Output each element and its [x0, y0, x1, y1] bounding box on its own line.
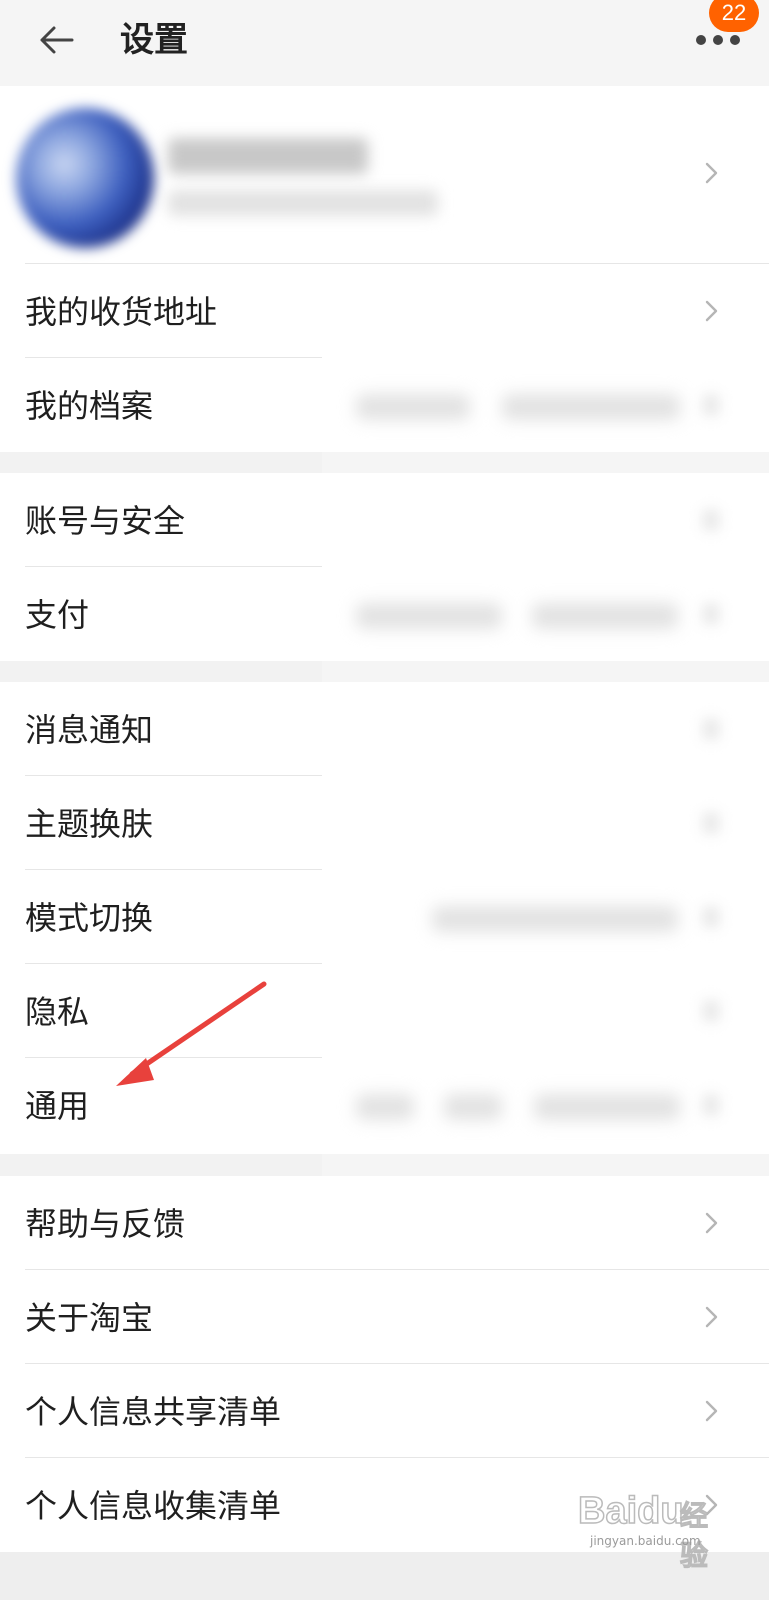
- row-label: 通用: [25, 1087, 90, 1125]
- section-preferences: 消息通知 主题换肤 模式切换 隐私 通用: [0, 682, 769, 1154]
- row-label: 帮助与反馈: [25, 1205, 186, 1243]
- notification-badge: 22: [709, 0, 759, 32]
- row-mode-switch[interactable]: 模式切换: [0, 870, 769, 964]
- row-privacy[interactable]: 隐私: [0, 964, 769, 1058]
- blurred-chevron: [702, 1000, 720, 1022]
- blurred-value: [444, 1094, 502, 1120]
- row-label: 我的收货地址: [25, 293, 218, 331]
- watermark-url: jingyan.baidu.com: [590, 1534, 701, 1548]
- chevron-right-icon: [700, 1212, 722, 1234]
- row-label: 个人信息共享清单: [25, 1393, 282, 1431]
- blurred-chevron: [702, 509, 720, 531]
- avatar: [16, 108, 154, 248]
- row-label: 关于淘宝: [25, 1299, 154, 1337]
- blurred-value: [356, 394, 470, 420]
- row-info-sharing-list[interactable]: 个人信息共享清单: [0, 1364, 769, 1458]
- blurred-username: [168, 138, 368, 174]
- row-my-profile[interactable]: 我的档案: [0, 358, 769, 452]
- row-about-taobao[interactable]: 关于淘宝: [0, 1270, 769, 1364]
- blurred-value: [532, 603, 678, 629]
- blurred-chevron: [702, 906, 720, 928]
- blurred-value: [432, 906, 678, 932]
- blurred-chevron: [702, 812, 720, 834]
- back-button[interactable]: [30, 18, 82, 62]
- chevron-right-icon: [700, 162, 722, 184]
- row-general[interactable]: 通用: [0, 1058, 769, 1152]
- row-payment[interactable]: 支付: [0, 567, 769, 661]
- blurred-value: [356, 1094, 414, 1120]
- blurred-account-info: [168, 190, 438, 216]
- row-notifications[interactable]: 消息通知: [0, 682, 769, 776]
- chevron-right-icon: [700, 300, 722, 322]
- page-title: 设置: [120, 20, 188, 60]
- profile-card[interactable]: [0, 86, 769, 264]
- row-label: 主题换肤: [25, 805, 154, 843]
- chevron-right-icon: [700, 1400, 722, 1422]
- section-address: 我的收货地址 我的档案: [0, 264, 769, 452]
- row-account-security[interactable]: 账号与安全: [0, 473, 769, 567]
- row-label: 账号与安全: [25, 502, 186, 540]
- blurred-chevron: [702, 603, 720, 625]
- top-nav-bar: 设置: [0, 0, 769, 86]
- row-label: 消息通知: [25, 711, 154, 749]
- row-label: 个人信息收集清单: [25, 1487, 282, 1525]
- baidu-watermark: Baidu 经验 jingyan.baidu.com: [577, 1478, 728, 1572]
- more-dots-icon: [696, 34, 740, 46]
- row-theme[interactable]: 主题换肤: [0, 776, 769, 870]
- row-shipping-address[interactable]: 我的收货地址: [0, 264, 769, 358]
- blurred-value: [502, 394, 680, 420]
- watermark-brand: Baidu: [577, 1489, 684, 1533]
- blurred-chevron: [702, 718, 720, 740]
- row-help-feedback[interactable]: 帮助与反馈: [0, 1176, 769, 1270]
- blurred-chevron: [702, 394, 720, 416]
- row-label: 隐私: [25, 993, 90, 1031]
- arrow-left-icon: [40, 26, 74, 54]
- bottom-gap: [0, 1552, 769, 1600]
- row-label: 模式切换: [25, 899, 154, 937]
- row-label: 我的档案: [25, 387, 154, 425]
- blurred-value: [534, 1094, 680, 1120]
- row-label: 支付: [25, 596, 90, 634]
- section-account: 账号与安全 支付: [0, 473, 769, 661]
- chevron-right-icon: [700, 1306, 722, 1328]
- blurred-value: [356, 603, 502, 629]
- blurred-chevron: [702, 1094, 720, 1116]
